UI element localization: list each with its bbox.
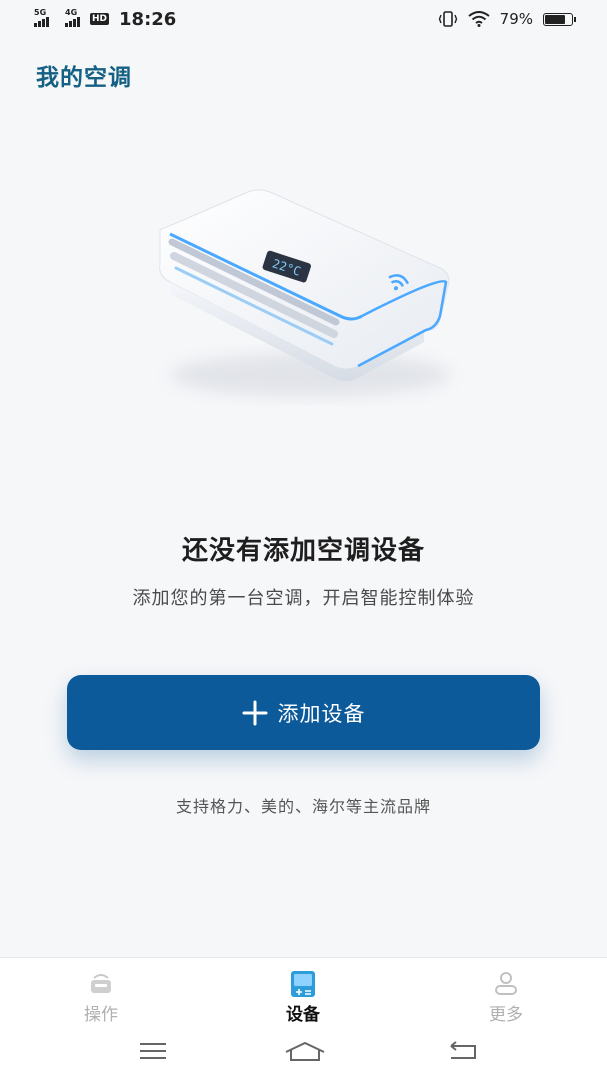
air-conditioner-illustration: 22°C <box>159 189 450 397</box>
menu-icon[interactable] <box>138 1040 168 1062</box>
battery-icon <box>543 12 576 26</box>
tab-devices-label: 设备 <box>286 1005 320 1025</box>
add-device-button[interactable]: 添加设备 <box>67 675 540 750</box>
status-left: 5G 4G HD 18:26 <box>34 8 176 30</box>
empty-state-subtitle: 添加您的第一台空调，开启智能控制体验 <box>132 588 475 609</box>
status-bar: 5G 4G HD 18:26 79% <box>0 0 607 38</box>
device-icon <box>291 971 315 997</box>
add-device-label: 添加设备 <box>277 701 366 726</box>
battery-fill <box>545 14 566 24</box>
user-icon <box>495 972 517 995</box>
vibrate-icon <box>438 11 457 27</box>
bottom-nav: 操作 设备 更多 <box>0 957 607 1033</box>
tab-operations-label: 操作 <box>84 1005 118 1025</box>
tab-operations[interactable]: 操作 <box>31 958 171 1028</box>
home-icon[interactable] <box>284 1040 326 1064</box>
remote-icon <box>91 974 111 993</box>
tab-devices[interactable]: 设备 <box>233 958 373 1028</box>
signal-icon-sim2: 4G <box>65 8 84 27</box>
back-icon[interactable] <box>448 1040 478 1062</box>
status-right: 79% <box>438 8 576 30</box>
tab-more-label: 更多 <box>489 1005 523 1025</box>
page-title: 我的空调 <box>36 65 132 91</box>
tab-more[interactable]: 更多 <box>436 958 576 1028</box>
wifi-icon <box>468 11 490 27</box>
battery-percent: 79% <box>499 10 533 28</box>
plus-icon <box>242 700 267 725</box>
signal-icon-sim1: 5G <box>34 8 53 27</box>
hd-voice-icon: HD <box>90 13 110 25</box>
status-time: 18:26 <box>119 8 177 30</box>
system-nav-bar <box>0 1032 607 1080</box>
empty-state-title: 还没有添加空调设备 <box>181 536 425 566</box>
supported-brands-note: 支持格力、美的、海尔等主流品牌 <box>175 797 431 816</box>
